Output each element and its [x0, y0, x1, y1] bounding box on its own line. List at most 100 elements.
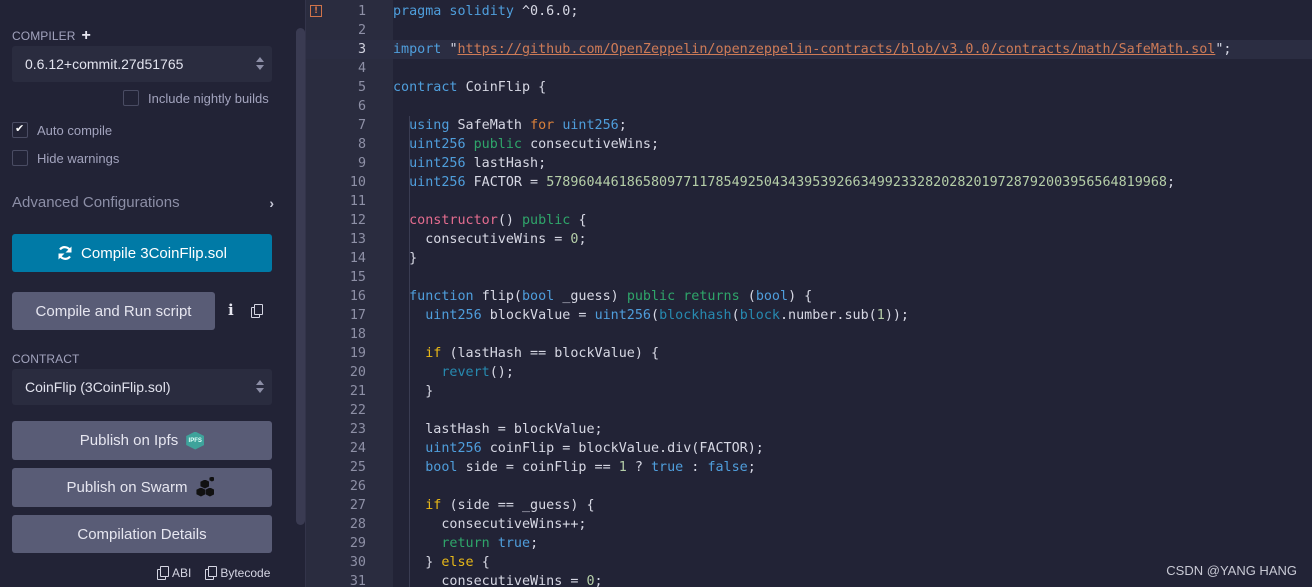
code-token: if [425, 346, 450, 361]
include-nightly-checkbox-row[interactable]: Include nightly builds [123, 90, 269, 106]
line-number: 16 [349, 289, 366, 304]
code-line[interactable]: 8 uint256 public consecutiveWins; [306, 135, 1312, 154]
code-token: 5789604461865809771178549250434395392663… [546, 175, 1167, 190]
copy-icon [157, 566, 169, 580]
copy-bytecode-link[interactable]: Bytecode [205, 566, 270, 580]
code-token: if [425, 498, 450, 513]
code-token: FACTOR = [473, 175, 547, 190]
code-line[interactable]: 23 lastHash = blockValue; [306, 420, 1312, 439]
compiler-version-select[interactable]: 0.6.12+commit.27d51765 [12, 46, 272, 82]
auto-compile-checkbox-row[interactable]: Auto compile [12, 122, 112, 138]
code-token: ? [626, 460, 651, 475]
code-text: using SafeMath for uint256; [393, 116, 627, 135]
code-line[interactable]: 12 constructor() public { [306, 211, 1312, 230]
code-token: lastHash; [473, 156, 547, 171]
code-text: bool side = coinFlip == 1 ? true : false… [393, 458, 756, 477]
code-line[interactable]: 11 [306, 192, 1312, 211]
code-line[interactable]: 26 [306, 477, 1312, 496]
copy-icon[interactable] [251, 304, 263, 318]
code-line[interactable]: 1 pragma solidity ^0.6.0; [306, 2, 1312, 21]
hide-warnings-checkbox[interactable] [12, 150, 28, 166]
code-line[interactable]: 29 return true; [306, 534, 1312, 553]
code-line[interactable]: 17 uint256 blockValue = uint256(blockhas… [306, 306, 1312, 325]
code-line[interactable]: 19 if (lastHash == blockValue) { [306, 344, 1312, 363]
contract-select-value: CoinFlip (3CoinFlip.sol) [25, 379, 171, 395]
copy-links: ABI Bytecode [157, 566, 270, 580]
code-token: uint256 [409, 137, 474, 152]
auto-compile-checkbox[interactable] [12, 122, 28, 138]
code-token: consecutiveWins = [393, 232, 571, 247]
code-token: bool [425, 460, 466, 475]
publish-ipfs-button[interactable]: Publish on Ipfs IPFS [12, 421, 272, 460]
code-text: } [393, 382, 433, 401]
contract-select[interactable]: CoinFlip (3CoinFlip.sol) [12, 369, 272, 405]
code-line[interactable]: 24 uint256 coinFlip = blockValue.div(FAC… [306, 439, 1312, 458]
code-line[interactable]: 27 if (side == _guess) { [306, 496, 1312, 515]
compilation-details-button[interactable]: Compilation Details [12, 515, 272, 553]
compile-button-label: Compile 3CoinFlip.sol [81, 244, 227, 262]
code-token: { [481, 555, 490, 570]
code-line[interactable]: 18 [306, 325, 1312, 344]
code-line[interactable]: 31 consecutiveWins = 0; [306, 572, 1312, 587]
code-line[interactable]: 20 revert(); [306, 363, 1312, 382]
code-line[interactable]: 25 bool side = coinFlip == 1 ? true : fa… [306, 458, 1312, 477]
copy-abi-link[interactable]: ABI [157, 566, 191, 580]
code-line[interactable]: 14 } [306, 249, 1312, 268]
plus-icon[interactable]: + [81, 28, 90, 44]
line-number: 2 [357, 23, 366, 38]
code-token: bool [755, 289, 789, 304]
code-line[interactable]: 21 } [306, 382, 1312, 401]
code-token: () [497, 213, 522, 228]
code-token: flip( [481, 289, 522, 304]
compile-button[interactable]: Compile 3CoinFlip.sol [12, 234, 272, 272]
code-token: CoinFlip { [465, 80, 547, 95]
code-line[interactable]: 13 consecutiveWins = 0; [306, 230, 1312, 249]
code-token: SafeMath [457, 118, 531, 133]
code-line[interactable]: 2 [306, 21, 1312, 40]
line-number: 23 [349, 422, 366, 437]
code-line[interactable]: 7 using SafeMath for uint256; [306, 116, 1312, 135]
code-line[interactable]: 3 import "https://github.com/OpenZeppelin… [306, 40, 1312, 59]
line-number: 27 [349, 498, 366, 513]
code-token: } [393, 251, 418, 266]
code-lines[interactable]: 1 pragma solidity ^0.6.0; 2 3 import "https:… [306, 2, 1312, 587]
code-line[interactable]: 16 function flip(bool _guess) public ret… [306, 287, 1312, 306]
code-line[interactable]: 6 [306, 97, 1312, 116]
code-line[interactable]: 10 uint256 FACTOR = 57896044618658097711… [306, 173, 1312, 192]
line-number: 17 [349, 308, 366, 323]
compile-and-run-button[interactable]: Compile and Run script [12, 292, 215, 330]
code-line[interactable]: 4 [306, 59, 1312, 78]
code-text: contract CoinFlip { [393, 78, 546, 97]
code-text: if (lastHash == blockValue) { [393, 344, 659, 363]
code-line[interactable]: 15 [306, 268, 1312, 287]
code-token: ( [731, 308, 740, 323]
code-token: ( [747, 289, 756, 304]
code-token: return [441, 536, 498, 551]
code-line[interactable]: 9 uint256 lastHash; [306, 154, 1312, 173]
publish-swarm-button[interactable]: Publish on Swarm [12, 468, 272, 507]
code-line[interactable]: 22 [306, 401, 1312, 420]
info-icon[interactable]: i [228, 301, 234, 319]
hide-warnings-checkbox-row[interactable]: Hide warnings [12, 150, 119, 166]
sidebar-scrollbar[interactable] [296, 28, 305, 525]
code-token: pragma solidity [393, 4, 522, 19]
publish-ipfs-label: Publish on Ipfs [79, 432, 179, 449]
code-token: uint256 [425, 441, 490, 456]
line-number: 6 [357, 99, 366, 114]
sync-icon [58, 246, 72, 260]
code-text: uint256 FACTOR = 57896044618658097711785… [393, 173, 1175, 192]
line-number: 15 [349, 270, 366, 285]
code-line[interactable]: 30 } else { [306, 553, 1312, 572]
code-text: import "https://github.com/OpenZeppelin/… [393, 40, 1231, 59]
advanced-configurations-toggle[interactable]: Advanced Configurations › [12, 194, 274, 211]
include-nightly-checkbox[interactable] [123, 90, 139, 106]
code-text: uint256 public consecutiveWins; [393, 135, 659, 154]
code-editor[interactable]: ! 1 pragma solidity ^0.6.0; 2 3 import "http… [306, 0, 1312, 587]
code-line[interactable]: 5 contract CoinFlip { [306, 78, 1312, 97]
code-text: uint256 blockValue = uint256(blockhash(b… [393, 306, 909, 325]
code-line[interactable]: 28 consecutiveWins++; [306, 515, 1312, 534]
line-number: 24 [349, 441, 366, 456]
